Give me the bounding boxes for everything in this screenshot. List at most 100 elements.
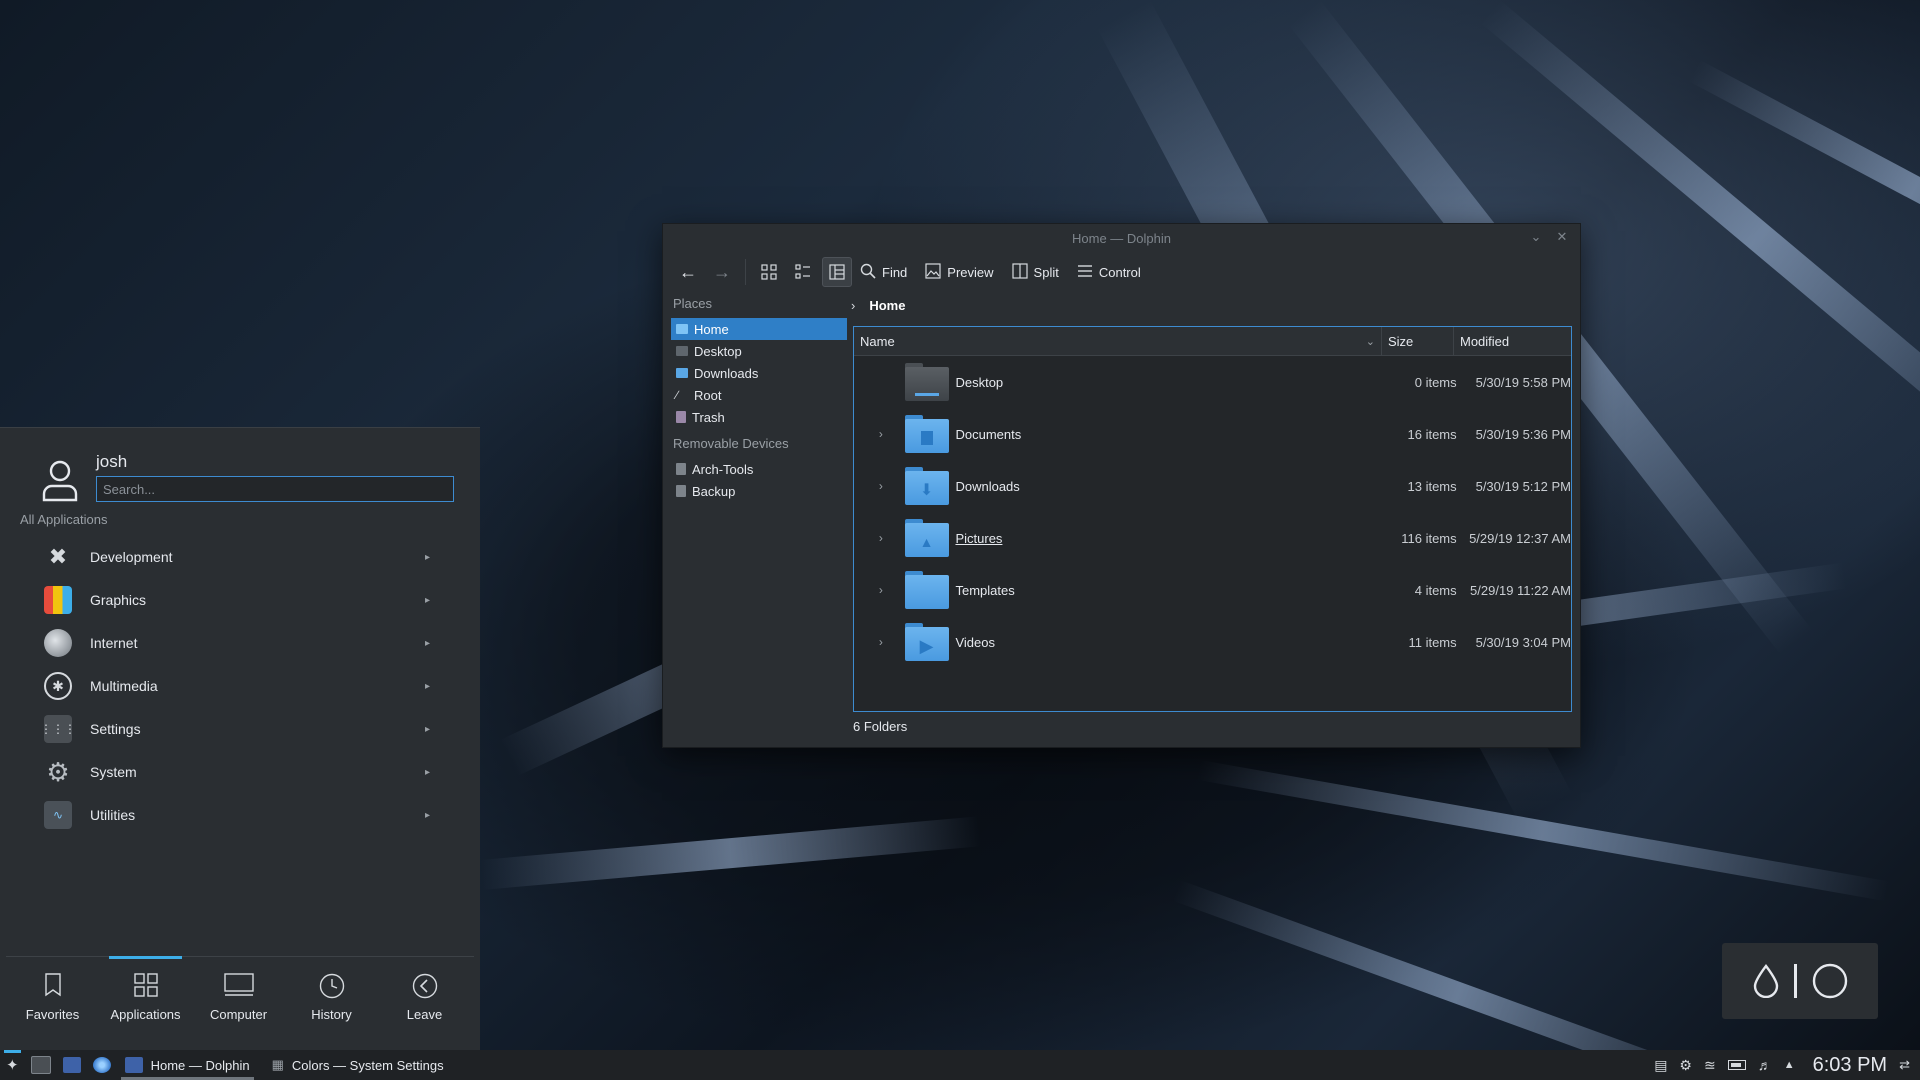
- tab-computer[interactable]: Computer: [192, 957, 285, 1051]
- pictures-folder-icon: ▲: [904, 518, 950, 558]
- control-button[interactable]: Control: [1073, 257, 1145, 287]
- forward-button[interactable]: →: [707, 257, 737, 287]
- file-size: 11 items: [1408, 634, 1457, 650]
- file-row[interactable]: › Templates 4 items 5/29/19 11:22 AM: [854, 564, 1571, 616]
- back-button[interactable]: ←: [673, 257, 703, 287]
- user-avatar-icon[interactable]: [40, 458, 80, 502]
- removable-header: Removable Devices: [673, 436, 789, 451]
- file-modified: 5/30/19 5:36 PM: [1475, 426, 1571, 442]
- wifi-icon[interactable]: ≊: [1704, 1057, 1716, 1074]
- place-arch-tools[interactable]: Arch-Tools: [671, 458, 847, 480]
- search-input[interactable]: Search...: [96, 476, 454, 502]
- details-view-icon: [829, 264, 845, 280]
- task-system-settings[interactable]: ▦ Colors — System Settings: [264, 1050, 452, 1080]
- desktop-icon: [676, 346, 688, 356]
- tab-applications[interactable]: Applications: [99, 956, 192, 1051]
- control-label: Control: [1098, 264, 1141, 280]
- place-label: Downloads: [694, 365, 759, 381]
- place-backup[interactable]: Backup: [671, 480, 847, 502]
- details-view-button[interactable]: [822, 257, 852, 287]
- panel-options-icon[interactable]: ⇄: [1899, 1057, 1910, 1073]
- status-bar: 6 Folders: [853, 719, 908, 734]
- category-label: Settings: [90, 721, 141, 737]
- chevron-right-icon: ▸: [424, 637, 430, 649]
- file-row[interactable]: Desktop 0 items 5/30/19 5:58 PM: [854, 356, 1571, 408]
- expand-icon[interactable]: ›: [854, 583, 904, 597]
- place-home[interactable]: Home: [671, 318, 847, 340]
- column-size-label: Size: [1388, 333, 1414, 349]
- volume-icon[interactable]: ♬: [1758, 1057, 1772, 1073]
- expand-tray-icon[interactable]: ▲: [1784, 1059, 1795, 1071]
- column-size[interactable]: Size: [1382, 327, 1454, 355]
- terminal-launcher[interactable]: [25, 1050, 57, 1080]
- settings-icon[interactable]: ⚙: [1679, 1057, 1692, 1074]
- task-dolphin[interactable]: Home — Dolphin: [117, 1050, 258, 1080]
- close-icon[interactable]: ✕: [1554, 229, 1570, 245]
- expand-icon[interactable]: ›: [854, 427, 904, 441]
- file-row[interactable]: › ▶ Videos 11 items 5/30/19 3:04 PM: [854, 616, 1571, 668]
- places-header: Places: [673, 296, 713, 311]
- category-settings[interactable]: ⋮⋮⋮ Settings ▸: [40, 712, 444, 746]
- system-tray: ▤ ⚙ ≊ ♬ ▲ 6:03 PM ⇄: [1654, 1050, 1920, 1080]
- clock[interactable]: 6:03 PM: [1813, 1054, 1887, 1077]
- file-row[interactable]: › ⬇ Downloads 13 items 5/30/19 5:12 PM: [854, 460, 1571, 512]
- category-utilities[interactable]: ∿ Utilities ▸: [44, 798, 444, 832]
- column-header: Name ⌄ Size Modified: [854, 327, 1571, 356]
- tab-history[interactable]: History: [285, 957, 378, 1051]
- battery-icon[interactable]: [1727, 1060, 1746, 1070]
- taskbar: ✦ Home — Dolphin ▦ Colors — System Setti…: [0, 1050, 1920, 1080]
- category-label: Internet: [90, 635, 138, 651]
- column-name[interactable]: Name ⌄: [854, 327, 1382, 355]
- browser-launcher[interactable]: [87, 1050, 117, 1080]
- file-row[interactable]: › Documents 16 items 5/30/19 5:36 PM: [854, 408, 1571, 460]
- downloads-folder-icon: ⬇: [904, 466, 950, 506]
- app-launcher-button[interactable]: ✦: [0, 1050, 25, 1080]
- place-downloads[interactable]: Downloads: [671, 362, 847, 384]
- file-view[interactable]: Name ⌄ Size Modified Desktop 0 items 5/3…: [853, 326, 1572, 712]
- preview-button[interactable]: Preview: [921, 257, 997, 287]
- drop-icon: [1753, 964, 1778, 998]
- section-header: All Applications: [20, 512, 108, 527]
- expand-icon[interactable]: ›: [854, 531, 904, 545]
- launcher-tabs: Favorites Applications Computer History …: [6, 956, 474, 1051]
- tab-leave[interactable]: Leave: [378, 957, 471, 1051]
- compact-view-button[interactable]: [788, 257, 818, 287]
- settings-app-icon: ▦: [271, 1057, 284, 1072]
- minimize-icon[interactable]: ⌄: [1528, 229, 1544, 245]
- file-size: 4 items: [1414, 582, 1457, 598]
- breadcrumb-home[interactable]: Home: [869, 298, 905, 313]
- column-modified[interactable]: Modified: [1454, 327, 1571, 355]
- expand-icon[interactable]: ›: [854, 635, 904, 649]
- category-internet[interactable]: Internet ▸: [44, 626, 444, 660]
- multimedia-icon: ✱: [44, 672, 72, 700]
- browser-icon: [92, 1057, 111, 1073]
- chevron-right-icon[interactable]: ›: [851, 298, 855, 313]
- place-trash[interactable]: Trash: [671, 406, 847, 428]
- dolphin-launcher[interactable]: [57, 1050, 87, 1080]
- home-icon: [676, 324, 688, 334]
- category-multimedia[interactable]: ✱ Multimedia ▸: [44, 669, 444, 703]
- category-graphics[interactable]: Graphics ▸: [44, 583, 444, 617]
- place-root[interactable]: ∕ Root: [671, 384, 847, 406]
- menu-icon: [1077, 263, 1093, 282]
- clipboard-icon[interactable]: ▤: [1654, 1057, 1667, 1074]
- category-development[interactable]: ✖ Development ▸: [44, 540, 444, 574]
- task-label: Home — Dolphin: [150, 1057, 250, 1073]
- graphics-icon: [44, 586, 72, 614]
- templates-folder-icon: [904, 570, 950, 610]
- file-row[interactable]: › ▲ Pictures 116 items 5/29/19 12:37 AM: [854, 512, 1571, 564]
- tab-favorites[interactable]: Favorites: [6, 957, 99, 1051]
- place-desktop[interactable]: Desktop: [671, 340, 847, 362]
- internet-icon: [44, 629, 72, 657]
- split-button[interactable]: Split: [1008, 257, 1063, 287]
- file-manager-icon: [62, 1057, 81, 1073]
- window-titlebar[interactable]: Home — Dolphin ⌄ ✕: [663, 224, 1580, 252]
- category-label: Development: [90, 549, 173, 565]
- desktop-widget[interactable]: [1722, 943, 1878, 1019]
- find-button[interactable]: Find: [856, 257, 911, 287]
- expand-icon[interactable]: ›: [854, 479, 904, 493]
- application-launcher: josh Search... All Applications ✖ Develo…: [0, 427, 480, 1051]
- file-modified: 5/30/19 5:12 PM: [1475, 478, 1571, 494]
- icons-view-button[interactable]: [754, 257, 784, 287]
- category-system[interactable]: ⚙ System ▸: [44, 755, 444, 789]
